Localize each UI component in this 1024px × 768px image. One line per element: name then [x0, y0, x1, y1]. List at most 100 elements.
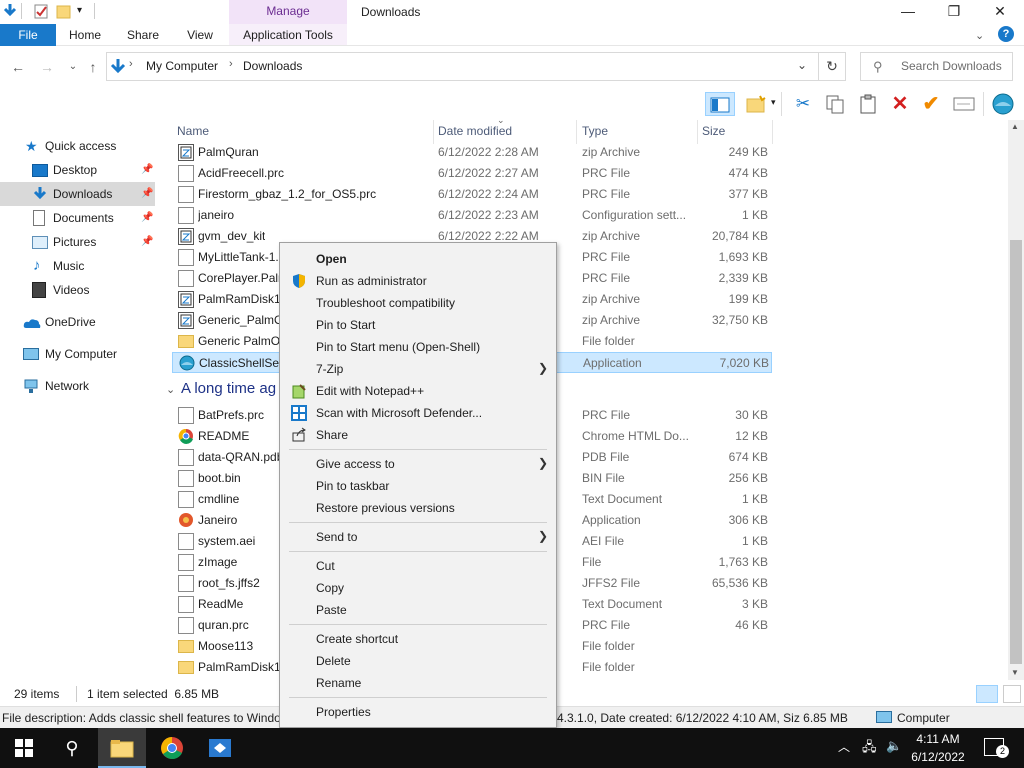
new-folder-toolbar-icon[interactable] — [743, 92, 769, 116]
breadcrumb-downloads[interactable]: Downloads — [243, 59, 302, 73]
network-tray-icon[interactable]: 🖧 — [862, 738, 877, 760]
menu-item-scan-with-microsoft-defender[interactable]: Scan with Microsoft Defender... — [282, 402, 554, 424]
pin-icon[interactable]: 📌 — [141, 206, 153, 230]
ribbon-expand-icon[interactable]: ⌄ — [975, 29, 984, 42]
nav-item-downloads[interactable]: Downloads 📌 — [0, 182, 155, 206]
menu-item-pin-to-start-menu-open-shell[interactable]: Pin to Start menu (Open-Shell) — [282, 336, 554, 358]
volume-icon[interactable]: 🔈 — [886, 738, 902, 754]
clock[interactable]: 4:11 AM 6/12/2022 — [906, 730, 970, 766]
file-row[interactable]: AcidFreecell.prc 6/12/2022 2:27 AM PRC Fil… — [172, 163, 772, 184]
up-button[interactable]: ↑ — [83, 58, 103, 76]
tab-application-tools-label: Application Tools — [243, 28, 333, 42]
file-explorer-taskbar-icon[interactable] — [98, 728, 146, 768]
maximize-button[interactable]: ❐ — [931, 0, 977, 24]
preview-pane-icon[interactable] — [705, 92, 735, 116]
address-bar[interactable]: › My Computer › Downloads ⌄ — [106, 52, 819, 81]
address-dropdown-icon[interactable]: ⌄ — [797, 58, 807, 72]
menu-item-properties[interactable]: Properties — [282, 701, 554, 723]
rename-icon[interactable] — [951, 92, 977, 116]
pin-icon[interactable]: 📌 — [141, 182, 153, 206]
menu-item-paste[interactable]: Paste — [282, 599, 554, 621]
tab-home[interactable]: Home — [62, 24, 108, 46]
scroll-down-icon[interactable]: ▼ — [1011, 668, 1019, 677]
nav-item-my-computer[interactable]: My Computer — [0, 342, 155, 366]
forward-button[interactable]: → — [37, 58, 57, 76]
column-header-name[interactable]: Name — [177, 124, 209, 140]
menu-item-cut[interactable]: Cut — [282, 555, 554, 577]
nav-item-documents[interactable]: Documents 📌 — [0, 206, 155, 230]
nav-item-quick-access[interactable]: ★ Quick access — [0, 134, 155, 158]
pin-icon[interactable]: 📌 — [141, 230, 153, 254]
column-header-type[interactable]: Type — [582, 124, 608, 140]
close-button[interactable]: ✕ — [977, 0, 1023, 24]
group-header-older[interactable]: A long time ag — [181, 378, 276, 400]
menu-item-rename[interactable]: Rename — [282, 672, 554, 694]
menu-item-pin-to-start[interactable]: Pin to Start — [282, 314, 554, 336]
column-header-size[interactable]: Size — [702, 124, 725, 140]
properties-icon[interactable] — [33, 3, 49, 19]
minimize-button[interactable]: — — [885, 0, 931, 24]
tab-application-tools[interactable]: Application Tools — [229, 24, 347, 46]
menu-item-edit-with-notepad[interactable]: Edit with Notepad++ — [282, 380, 554, 402]
menu-item-share[interactable]: Share — [282, 424, 554, 446]
tab-share[interactable]: Share — [120, 24, 166, 46]
app-taskbar-icon[interactable] — [196, 728, 244, 768]
menu-item-give-access-to[interactable]: Give access to ❯ — [282, 453, 554, 475]
file-row[interactable]: Firestorm_gbaz_1.2_for_OS5.prc 6/12/2022 … — [172, 184, 772, 205]
dropdown-arrow-icon[interactable]: ▾ — [771, 97, 776, 108]
nav-item-videos[interactable]: Videos — [0, 278, 155, 302]
tab-file[interactable]: File — [0, 24, 56, 46]
file-row[interactable]: PalmQuran 6/12/2022 2:28 AM zip Archive 249… — [172, 142, 772, 163]
menu-item-copy[interactable]: Copy — [282, 577, 554, 599]
large-icons-view-icon[interactable] — [1003, 685, 1021, 703]
file-row[interactable]: janeiro 6/12/2022 2:23 AM Configuration se… — [172, 205, 772, 226]
chevron-right-icon[interactable]: › — [129, 58, 133, 70]
column-divider[interactable] — [697, 120, 698, 144]
chrome-taskbar-icon[interactable] — [148, 728, 196, 768]
details-view-icon[interactable] — [976, 685, 998, 703]
tab-view[interactable]: View — [178, 24, 222, 46]
menu-item-delete[interactable]: Delete — [282, 650, 554, 672]
checkmark-icon[interactable]: ✔ — [918, 92, 944, 116]
paste-icon[interactable] — [855, 92, 881, 116]
scrollbar-thumb[interactable] — [1010, 240, 1022, 664]
search-input[interactable]: ⚲ Search Downloads — [860, 52, 1013, 81]
copy-icon[interactable] — [822, 92, 848, 116]
column-header-date[interactable]: Date modified — [438, 124, 512, 140]
help-icon[interactable]: ? — [998, 26, 1014, 42]
open-shell-icon[interactable] — [990, 92, 1016, 116]
nav-item-pictures[interactable]: Pictures 📌 — [0, 230, 155, 254]
nav-item-desktop[interactable]: Desktop 📌 — [0, 158, 155, 182]
column-divider[interactable] — [433, 120, 434, 144]
menu-item-send-to[interactable]: Send to ❯ — [282, 526, 554, 548]
start-button[interactable] — [0, 728, 48, 768]
cut-icon[interactable]: ✂ — [790, 92, 816, 116]
recent-locations-button[interactable]: ⌄ — [63, 58, 83, 76]
breadcrumb-my-computer[interactable]: My Computer — [146, 59, 218, 73]
menu-item-7-zip[interactable]: 7-Zip ❯ — [282, 358, 554, 380]
notifications-icon[interactable]: 2 — [984, 738, 1009, 758]
column-divider[interactable] — [576, 120, 577, 144]
menu-item-create-shortcut[interactable]: Create shortcut — [282, 628, 554, 650]
nav-item-onedrive[interactable]: OneDrive — [0, 310, 155, 334]
collapse-chevron-icon[interactable]: ⌄ — [166, 383, 175, 396]
menu-item-run-as-administrator[interactable]: Run as administrator — [282, 270, 554, 292]
new-folder-icon[interactable] — [56, 3, 72, 19]
download-arrow-icon[interactable] — [2, 3, 18, 19]
show-hidden-icons[interactable]: ︿ — [838, 738, 850, 755]
nav-item-music[interactable]: ♪ Music — [0, 254, 155, 278]
chevron-right-icon[interactable]: › — [229, 58, 233, 70]
scroll-up-icon[interactable]: ▲ — [1011, 122, 1019, 131]
menu-item-pin-to-taskbar[interactable]: Pin to taskbar — [282, 475, 554, 497]
pin-icon[interactable]: 📌 — [141, 158, 153, 182]
column-divider[interactable] — [772, 120, 773, 144]
back-button[interactable]: ← — [8, 58, 28, 76]
search-taskbar-icon[interactable]: ⚲ — [48, 728, 96, 768]
menu-item-restore-previous-versions[interactable]: Restore previous versions — [282, 497, 554, 519]
menu-item-troubleshoot-compatibility[interactable]: Troubleshoot compatibility — [282, 292, 554, 314]
delete-icon[interactable]: ✕ — [887, 92, 913, 116]
customize-qat-icon[interactable]: ▾ — [77, 5, 82, 16]
menu-item-open[interactable]: Open — [282, 248, 554, 270]
refresh-button[interactable]: ↻ — [819, 52, 846, 81]
nav-item-network[interactable]: Network — [0, 374, 155, 398]
